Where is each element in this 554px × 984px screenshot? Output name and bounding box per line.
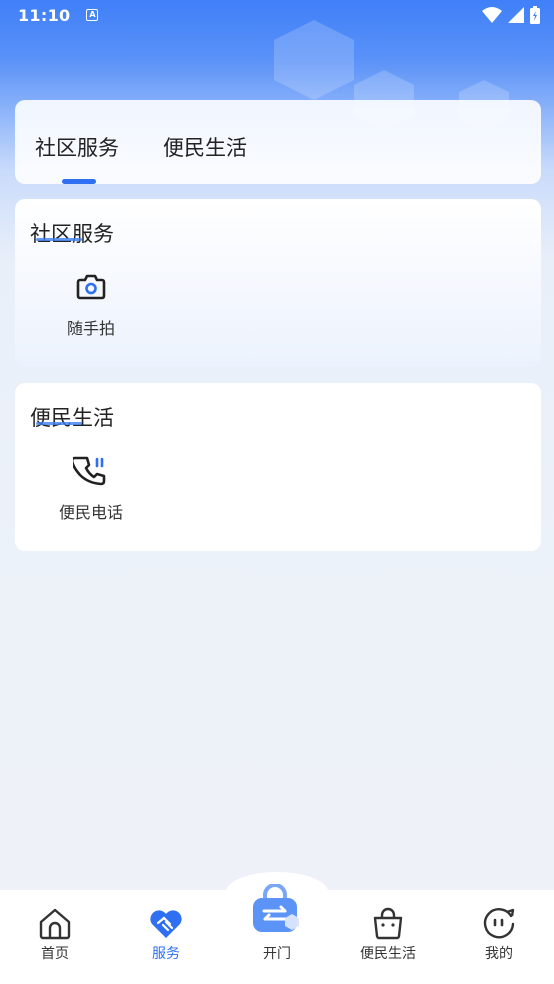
status-a-badge: A — [86, 9, 99, 21]
nav-label: 服务 — [152, 946, 180, 962]
section-title: 便民生活 — [30, 406, 114, 430]
top-tabs: 社区服务 便民生活 — [15, 100, 541, 184]
phone-icon — [73, 456, 106, 486]
signal-icon — [508, 7, 524, 23]
section-title: 社区服务 — [30, 222, 114, 246]
home-icon — [39, 908, 71, 940]
status-time: 11:10 — [18, 5, 71, 25]
nav-label: 我的 — [485, 946, 513, 962]
nav-item-open-door[interactable]: 开门 — [222, 884, 332, 984]
section-convenient-life: 便民生活 便民电话 — [15, 383, 541, 551]
status-right-icons — [482, 6, 540, 24]
nav-label: 开门 — [263, 946, 291, 962]
tab-active-indicator — [62, 179, 96, 184]
heart-handshake-icon — [150, 910, 182, 938]
nav-item-mine[interactable]: 我的 — [444, 890, 554, 984]
shopping-bag-icon — [373, 907, 403, 940]
nav-label: 首页 — [41, 946, 69, 962]
nav-item-home[interactable]: 首页 — [0, 890, 110, 984]
nav-label: 便民生活 — [360, 946, 416, 962]
section-title-underline — [36, 422, 82, 425]
service-item-snapshot[interactable]: 随手拍 — [45, 269, 137, 349]
status-bar: 11:10 A — [0, 0, 554, 30]
section-title-underline — [36, 238, 82, 241]
section-community-service: 社区服务 随手拍 — [15, 199, 541, 367]
bottom-nav: 首页 服务 开门 便民生活 我的 — [0, 884, 554, 984]
wifi-icon — [482, 7, 502, 23]
nav-item-service[interactable]: 服务 — [111, 890, 221, 984]
camera-icon — [76, 274, 106, 300]
tab-convenient-life[interactable]: 便民生活 — [163, 132, 247, 162]
door-lock-icon — [253, 884, 299, 932]
service-label: 随手拍 — [66, 319, 115, 338]
nav-item-convenient-life[interactable]: 便民生活 — [333, 890, 443, 984]
service-item-phone[interactable]: 便民电话 — [45, 453, 137, 533]
service-label: 便民电话 — [58, 503, 123, 522]
tab-community-service[interactable]: 社区服务 — [35, 132, 119, 162]
face-icon — [483, 908, 515, 939]
battery-icon — [530, 6, 540, 24]
